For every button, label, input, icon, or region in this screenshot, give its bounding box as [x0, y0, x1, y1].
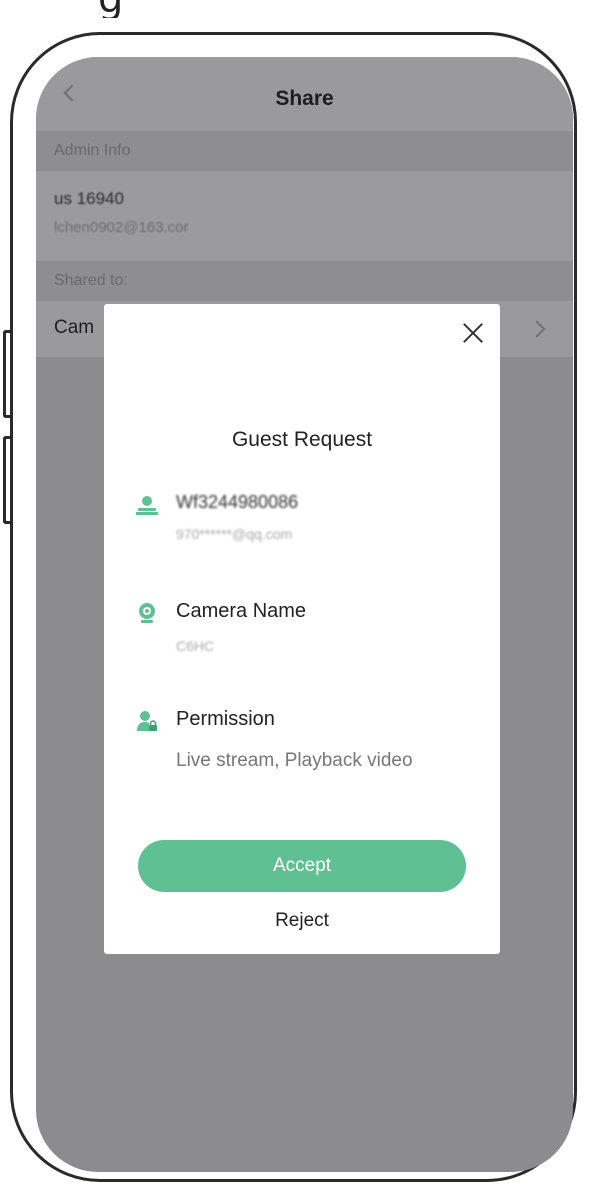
camera-icon	[139, 603, 155, 623]
nav-bar: Share	[36, 57, 573, 131]
admin-email: lchen0902@163.cor	[54, 219, 189, 236]
person-lock-icon	[137, 711, 157, 731]
person-icon	[136, 496, 158, 515]
guest-name: Wf3244980086	[176, 492, 299, 512]
camera-name-label: Camera Name	[176, 600, 307, 622]
chevron-right-icon	[528, 320, 546, 338]
shared-to-header: Shared to:	[36, 261, 573, 301]
reject-button[interactable]: Reject	[104, 910, 500, 932]
accept-button[interactable]: Accept	[138, 840, 466, 892]
permission-value: Live stream, Playback video	[176, 750, 413, 771]
guest-email: 970******@qq.com	[176, 526, 293, 542]
guest-request-dialog: Guest Request Wf3244980086 970******@qq.…	[104, 304, 500, 954]
permission-label: Permission	[176, 708, 275, 730]
admin-name: us 16940	[54, 189, 124, 208]
dialog-title: Guest Request	[231, 428, 373, 451]
page-title: Share	[275, 87, 334, 110]
camera-name-value: C6HC	[176, 638, 215, 654]
partial-heading-glyph: g	[98, 0, 144, 18]
admin-info-row: us 16940 lchen0902@163.cor	[36, 171, 573, 261]
shared-camera-label: Cam	[54, 317, 95, 338]
close-icon[interactable]	[460, 320, 486, 346]
admin-info-header: Admin Info	[36, 131, 573, 171]
